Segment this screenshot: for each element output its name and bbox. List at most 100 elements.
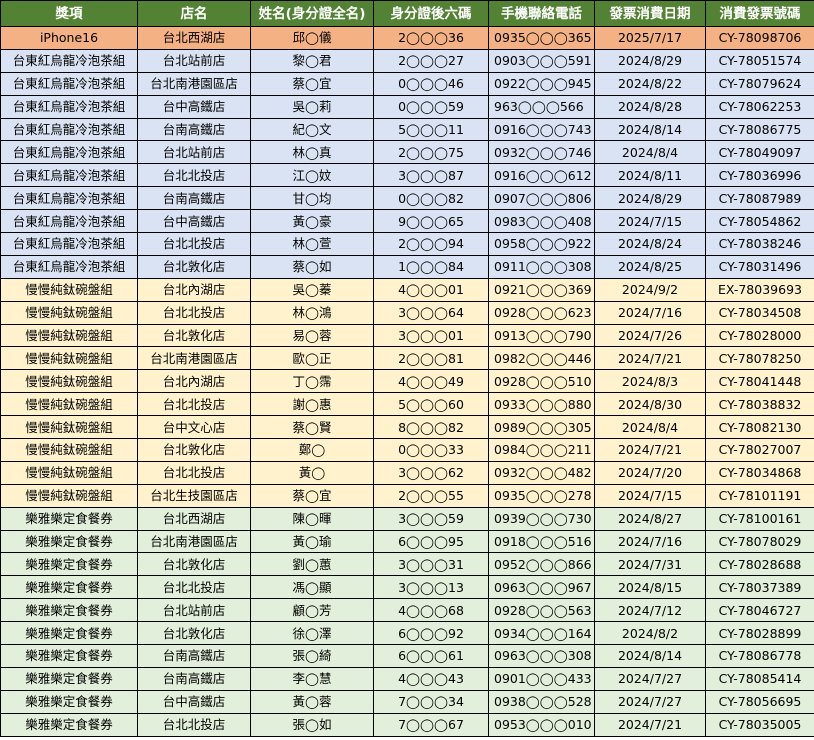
cell-phone: 0958◯◯◯922 xyxy=(488,232,595,256)
cell-phone: 0913◯◯◯790 xyxy=(488,323,595,348)
cell-name: 林◯萱 xyxy=(250,232,374,256)
cell-prize: 樂雅樂定食餐券 xyxy=(0,529,138,554)
cell-name: 張◯如 xyxy=(250,712,374,737)
table-row: 台東紅烏龍冷泡茶組 台北北投店 林◯萱 2◯◯◯94 0958◯◯◯922 2024/8/… xyxy=(0,232,814,256)
cell-name: 黎◯君 xyxy=(250,48,374,73)
table-row: 樂雅樂定食餐券 台南高鐵店 張◯綺 6◯◯◯61 0963◯◯◯308 2024/8/14… xyxy=(0,644,814,668)
cell-name: 蔡◯宜 xyxy=(250,483,374,508)
cell-store: 台北內湖店 xyxy=(137,277,251,302)
cell-name: 鄭◯ xyxy=(250,438,374,462)
cell-invoice-date: 2024/8/29 xyxy=(594,186,706,211)
cell-prize: 台東紅烏龍冷泡茶組 xyxy=(0,48,138,73)
cell-id-suffix: 2◯◯◯27 xyxy=(373,48,489,73)
cell-store: 台北站前店 xyxy=(137,598,251,623)
header-invoice-date: 發票消費日期 xyxy=(594,0,706,27)
cell-invoice-number: CY-78049097 xyxy=(705,140,814,165)
header-name: 姓名(身分證全名) xyxy=(250,0,374,27)
cell-phone: 0918◯◯◯516 xyxy=(488,529,595,554)
cell-invoice-date: 2024/8/22 xyxy=(594,71,706,96)
cell-store: 台北敦化店 xyxy=(137,254,251,279)
cell-id-suffix: 3◯◯◯62 xyxy=(373,460,489,485)
cell-invoice-date: 2024/7/26 xyxy=(594,323,706,348)
table-row: 慢慢純鈦碗盤組 台北敦化店 鄭◯ 0◯◯◯33 0984◯◯◯211 2024/7/21 C… xyxy=(0,438,814,462)
cell-name: 甘◯均 xyxy=(250,186,374,211)
cell-store: 台北北投店 xyxy=(137,232,251,256)
cell-invoice-date: 2024/9/2 xyxy=(594,277,706,302)
header-prize: 獎項 xyxy=(0,0,138,27)
cell-phone: 0928◯◯◯510 xyxy=(488,369,595,394)
cell-prize: 慢慢純鈦碗盤組 xyxy=(0,369,138,394)
cell-invoice-number: CY-78038246 xyxy=(705,232,814,256)
cell-id-suffix: 6◯◯◯61 xyxy=(373,644,489,668)
cell-invoice-number: CY-78086778 xyxy=(705,644,814,668)
table-row: 慢慢純鈦碗盤組 台北北投店 謝◯惠 5◯◯◯60 0933◯◯◯880 2024/8/30… xyxy=(0,392,814,417)
cell-invoice-number: CY-78078250 xyxy=(705,346,814,371)
cell-store: 台中高鐵店 xyxy=(137,689,251,714)
cell-invoice-date: 2024/8/14 xyxy=(594,117,706,142)
cell-invoice-number: CY-78037389 xyxy=(705,575,814,600)
table-row: 台東紅烏龍冷泡茶組 台北敦化店 蔡◯如 1◯◯◯84 0911◯◯◯308 2024/8/… xyxy=(0,254,814,279)
cell-invoice-date: 2024/8/27 xyxy=(594,506,706,531)
cell-invoice-number: CY-78028899 xyxy=(705,621,814,646)
cell-store: 台北北投店 xyxy=(137,300,251,325)
cell-store: 台北敦化店 xyxy=(137,621,251,646)
cell-phone: 0916◯◯◯612 xyxy=(488,163,595,188)
cell-id-suffix: 1◯◯◯84 xyxy=(373,254,489,279)
cell-prize: 樂雅樂定食餐券 xyxy=(0,621,138,646)
cell-id-suffix: 5◯◯◯60 xyxy=(373,392,489,417)
table-row: 台東紅烏龍冷泡茶組 台中高鐵店 黃◯豪 9◯◯◯65 0983◯◯◯408 2024/7/… xyxy=(0,209,814,234)
cell-prize: 慢慢純鈦碗盤組 xyxy=(0,346,138,371)
cell-invoice-number: CY-78054862 xyxy=(705,209,814,234)
table-row: 樂雅樂定食餐券 台北北投店 馮◯顯 3◯◯◯13 0963◯◯◯967 2024/8/15… xyxy=(0,575,814,600)
cell-id-suffix: 7◯◯◯34 xyxy=(373,689,489,714)
cell-name: 林◯真 xyxy=(250,140,374,165)
cell-prize: 慢慢純鈦碗盤組 xyxy=(0,438,138,462)
cell-invoice-date: 2024/8/3 xyxy=(594,369,706,394)
cell-id-suffix: 4◯◯◯01 xyxy=(373,277,489,302)
cell-phone: 0911◯◯◯308 xyxy=(488,254,595,279)
cell-store: 台北南港園區店 xyxy=(137,529,251,554)
table-row: 台東紅烏龍冷泡茶組 台北站前店 林◯真 2◯◯◯75 0932◯◯◯746 2024/8/… xyxy=(0,140,814,165)
cell-prize: 樂雅樂定食餐券 xyxy=(0,644,138,668)
table-row: 樂雅樂定食餐券 台中高鐵店 黃◯蓉 7◯◯◯34 0938◯◯◯528 2024/7/27… xyxy=(0,689,814,714)
cell-prize: 樂雅樂定食餐券 xyxy=(0,712,138,737)
cell-prize: 慢慢純鈦碗盤組 xyxy=(0,415,138,440)
cell-invoice-number: CY-78035005 xyxy=(705,712,814,737)
cell-invoice-number: CY-78038832 xyxy=(705,392,814,417)
cell-invoice-number: CY-78078029 xyxy=(705,529,814,554)
cell-phone: 0933◯◯◯880 xyxy=(488,392,595,417)
cell-invoice-date: 2024/8/14 xyxy=(594,644,706,668)
table-row: 台東紅烏龍冷泡茶組 台南高鐵店 紀◯文 5◯◯◯11 0916◯◯◯743 2024/8/… xyxy=(0,117,814,142)
cell-invoice-date: 2024/8/2 xyxy=(594,621,706,646)
cell-store: 台北北投店 xyxy=(137,460,251,485)
cell-prize: 台東紅烏龍冷泡茶組 xyxy=(0,186,138,211)
cell-invoice-number: CY-78041448 xyxy=(705,369,814,394)
cell-phone: 0938◯◯◯528 xyxy=(488,689,595,714)
cell-phone: 0935◯◯◯365 xyxy=(488,26,595,50)
cell-invoice-number: CY-78079624 xyxy=(705,71,814,96)
cell-invoice-number: CY-78062253 xyxy=(705,94,814,119)
cell-phone: 0963◯◯◯308 xyxy=(488,644,595,668)
cell-phone: 0932◯◯◯482 xyxy=(488,460,595,485)
cell-invoice-date: 2024/7/31 xyxy=(594,552,706,577)
cell-prize: 台東紅烏龍冷泡茶組 xyxy=(0,254,138,279)
cell-invoice-date: 2024/8/25 xyxy=(594,254,706,279)
cell-prize: iPhone16 xyxy=(0,26,138,50)
cell-name: 邱◯儀 xyxy=(250,26,374,50)
cell-name: 徐◯澤 xyxy=(250,621,374,646)
cell-id-suffix: 3◯◯◯13 xyxy=(373,575,489,600)
table-row: 台東紅烏龍冷泡茶組 台南高鐵店 甘◯均 0◯◯◯82 0907◯◯◯806 2024/8/… xyxy=(0,186,814,211)
cell-prize: 慢慢純鈦碗盤組 xyxy=(0,300,138,325)
cell-prize: 慢慢純鈦碗盤組 xyxy=(0,323,138,348)
cell-phone: 0901◯◯◯433 xyxy=(488,666,595,691)
cell-name: 紀◯文 xyxy=(250,117,374,142)
table-body: iPhone16 台北西湖店 邱◯儀 2◯◯◯36 0935◯◯◯365 2025/7/1… xyxy=(0,26,814,737)
cell-phone: 0989◯◯◯305 xyxy=(488,415,595,440)
cell-store: 台北站前店 xyxy=(137,140,251,165)
cell-phone: 0928◯◯◯563 xyxy=(488,598,595,623)
cell-invoice-number: CY-78051574 xyxy=(705,48,814,73)
cell-invoice-number: CY-78028688 xyxy=(705,552,814,577)
cell-invoice-number: CY-78085414 xyxy=(705,666,814,691)
cell-store: 台北北投店 xyxy=(137,575,251,600)
cell-phone: 0953◯◯◯010 xyxy=(488,712,595,737)
